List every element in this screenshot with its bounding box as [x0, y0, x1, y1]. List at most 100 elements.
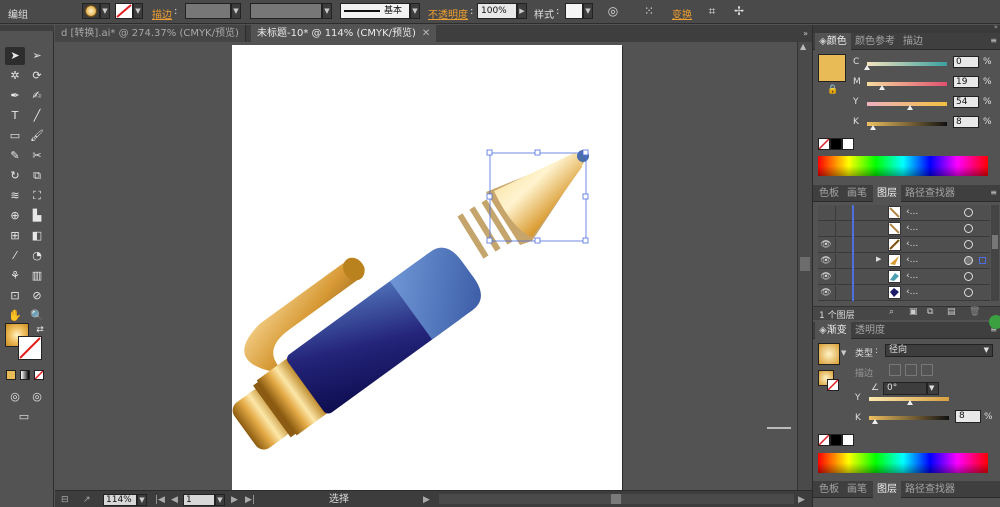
scissors-tool-icon[interactable]: ✂: [27, 147, 47, 165]
layer-row[interactable]: 👁 ‹...: [818, 269, 990, 285]
free-transform-tool-icon[interactable]: ⛶: [27, 187, 47, 205]
tab-brushes-bottom[interactable]: 画笔: [843, 481, 871, 498]
lasso-tool-icon[interactable]: ⟳: [27, 67, 47, 85]
tab-color-guide[interactable]: 颜色参考: [851, 33, 899, 50]
eye-icon[interactable]: 👁: [820, 255, 832, 267]
angle-dropdown[interactable]: ▼: [927, 382, 939, 395]
fill-dropdown[interactable]: ▼: [100, 3, 110, 19]
pencil-tool-icon[interactable]: ✎: [5, 147, 25, 165]
screen-mode-icon[interactable]: ▭: [14, 408, 34, 426]
yellow-slider-thumb[interactable]: [907, 105, 914, 110]
recolor-artwork-icon[interactable]: ◎: [604, 3, 622, 19]
layer-row-selected[interactable]: 👁 ▶ ‹...: [818, 253, 990, 269]
visibility-toggle-empty[interactable]: [820, 223, 832, 235]
eye-icon[interactable]: 👁: [820, 287, 832, 299]
layer-target-icon[interactable]: [964, 208, 973, 217]
scroll-right-icon[interactable]: ▶: [798, 494, 805, 506]
layer-target-icon[interactable]: [964, 240, 973, 249]
collapse-panels-icon[interactable]: »: [994, 23, 998, 31]
pen-tool-icon[interactable]: ✒: [5, 87, 25, 105]
align-options-icon[interactable]: ⁙: [640, 3, 658, 19]
stroke-weight-link[interactable]: 描边: [152, 6, 172, 21]
lock-toggle[interactable]: [835, 254, 849, 268]
horizontal-scrollbar[interactable]: [439, 494, 794, 504]
fill-swatch[interactable]: [82, 3, 100, 19]
stroke-none-mini[interactable]: [827, 379, 839, 391]
panel-dock-grip[interactable]: »: [813, 23, 1000, 33]
tab-swatches[interactable]: 色板: [815, 185, 843, 202]
transform-link[interactable]: 变换: [672, 6, 692, 21]
layer-selection-indicator[interactable]: [979, 257, 986, 264]
canvas-area[interactable]: [55, 42, 797, 490]
tab-gradient[interactable]: ◈渐变: [815, 322, 851, 339]
tabs-overflow-icon[interactable]: »: [803, 29, 808, 38]
none-mode-button[interactable]: [34, 370, 44, 380]
rectangle-tool-icon[interactable]: ▭: [5, 127, 25, 145]
artboard-nav-icon[interactable]: ⊟: [61, 494, 69, 506]
magenta-value-field[interactable]: 19: [953, 76, 979, 88]
none-color-swatch[interactable]: [818, 138, 830, 150]
artboard-tool-icon[interactable]: ⊡: [5, 287, 25, 305]
tab-transparency[interactable]: 透明度: [851, 322, 889, 339]
handle-left[interactable]: [486, 193, 493, 200]
handle-top[interactable]: [534, 149, 541, 156]
color-mode-button[interactable]: [6, 370, 16, 380]
selection-tool-icon[interactable]: ➤: [5, 47, 25, 65]
more-options-icon[interactable]: ✢: [730, 3, 748, 19]
tab-pathfinder[interactable]: 路径查找器: [901, 185, 959, 202]
shape-builder-tool-icon[interactable]: ⊕: [5, 207, 25, 225]
graph-tool-icon[interactable]: ▙: [27, 207, 47, 225]
stroke-gradient-option-1[interactable]: [889, 364, 901, 376]
stroke-gradient-option-3[interactable]: [921, 364, 933, 376]
layer-target-icon[interactable]: [964, 256, 973, 265]
layers-scroll-thumb[interactable]: [992, 235, 998, 249]
new-sublayer-icon[interactable]: ⧉: [927, 307, 933, 317]
handle-right[interactable]: [582, 193, 589, 200]
horizontal-scroll-thumb[interactable]: [611, 494, 621, 504]
gradient-y-slider-thumb[interactable]: [907, 400, 913, 405]
opacity-dropdown[interactable]: ▶: [517, 3, 527, 19]
magenta-slider-thumb[interactable]: [879, 85, 886, 90]
layer-name[interactable]: ‹...: [906, 271, 918, 282]
pen-artwork[interactable]: [232, 45, 622, 490]
layer-name[interactable]: ‹...: [906, 255, 918, 266]
layer-target-icon[interactable]: [964, 272, 973, 281]
black-color-swatch[interactable]: [830, 434, 842, 446]
gradient-type-select[interactable]: 径向 ▼: [885, 344, 993, 357]
layer-row[interactable]: 👁 ‹...: [818, 285, 990, 301]
new-layer-icon[interactable]: ▤: [947, 307, 956, 317]
vertical-scroll-thumb[interactable]: [800, 257, 810, 271]
mesh-tool-icon[interactable]: ⊞: [5, 227, 25, 245]
tab-swatches-bottom[interactable]: 色板: [815, 481, 843, 498]
stroke-weight-dropdown[interactable]: ▼: [231, 3, 241, 19]
white-color-swatch[interactable]: [842, 138, 854, 150]
graphic-style-swatch[interactable]: [565, 3, 583, 19]
gradient-k-value[interactable]: 8: [955, 410, 981, 423]
handle-bottom[interactable]: [534, 237, 541, 244]
layer-target-icon[interactable]: [964, 288, 973, 297]
artboard-number-field[interactable]: 1: [183, 494, 215, 506]
cyan-value-field[interactable]: 0: [953, 56, 979, 68]
stroke-weight-field[interactable]: [185, 3, 231, 19]
layer-name[interactable]: ‹...: [906, 207, 918, 218]
pen-cap-group[interactable]: [232, 205, 489, 460]
out-of-gamut-icon[interactable]: 🔒: [827, 85, 838, 95]
next-artboard-icon[interactable]: ▶: [231, 494, 238, 506]
tab-layers-bottom[interactable]: 图层: [873, 481, 901, 498]
magic-wand-tool-icon[interactable]: ✲: [5, 67, 25, 85]
stroke-swatch[interactable]: [115, 3, 133, 19]
gradient-k-slider-thumb[interactable]: [872, 419, 879, 424]
first-artboard-icon[interactable]: |◀: [155, 494, 165, 506]
stroke-gradient-option-2[interactable]: [905, 364, 917, 376]
gradient-color-spectrum[interactable]: [818, 453, 988, 473]
gradient-mode-button[interactable]: [20, 370, 30, 380]
tab-pathfinder-bottom[interactable]: 路径查找器: [901, 481, 959, 498]
style-dropdown[interactable]: ▼: [583, 3, 593, 19]
tab-color[interactable]: ◈颜色: [815, 33, 851, 50]
handle-bottom-right[interactable]: [582, 237, 589, 244]
white-color-swatch[interactable]: [842, 434, 854, 446]
lock-toggle[interactable]: [835, 206, 849, 220]
handle-top-right[interactable]: [582, 149, 589, 156]
delete-layer-icon[interactable]: 🗑: [969, 307, 980, 317]
opacity-link[interactable]: 不透明度: [428, 6, 468, 21]
